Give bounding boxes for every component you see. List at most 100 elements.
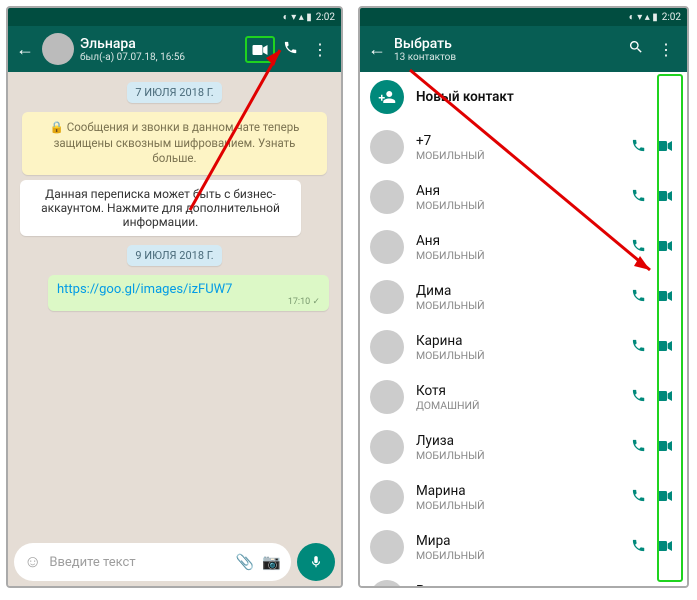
status-time: 2:02: [316, 12, 335, 23]
video-call-icon[interactable]: [651, 339, 677, 355]
avatar: [370, 430, 404, 464]
voice-call-icon[interactable]: [625, 388, 651, 407]
contact-row[interactable]: +7МОБИЛЬНЫЙ: [360, 122, 687, 172]
avatar: [370, 330, 404, 364]
contact-sub: ДОМАШНИЙ: [416, 399, 625, 412]
voice-call-icon[interactable]: [625, 238, 651, 257]
contact-sub: МОБИЛЬНЫЙ: [416, 299, 625, 312]
video-call-icon[interactable]: [651, 239, 677, 255]
overflow-menu-icon[interactable]: ⋮: [305, 40, 335, 59]
message-link[interactable]: https://goo.gl/images/izFUW7: [57, 282, 232, 297]
picker-subtitle: 13 контактов: [394, 52, 621, 63]
contact-meta: КаринаМОБИЛЬНЫЙ: [416, 333, 625, 362]
contact-list[interactable]: Новый контакт +7МОБИЛЬНЫЙАняМОБИЛЬНЫЙАня…: [360, 72, 687, 586]
chat-contact-name: Эльнара: [80, 36, 245, 52]
contact-name: Карина: [416, 333, 625, 349]
contact-row[interactable]: ЛуизаМОБИЛЬНЫЙ: [360, 422, 687, 472]
contact-meta: КотяДОМАШНИЙ: [416, 383, 625, 412]
contact-meta: ДимаМОБИЛЬНЫЙ: [416, 283, 625, 312]
avatar[interactable]: [42, 33, 74, 65]
video-call-icon[interactable]: [651, 389, 677, 405]
video-call-icon[interactable]: [651, 439, 677, 455]
voice-call-icon[interactable]: [625, 538, 651, 557]
status-icons: ◐ ▾ ▴ ▮: [629, 12, 658, 23]
date-chip: 7 ИЮЛЯ 2018 Г.: [127, 82, 221, 103]
video-call-icon[interactable]: [245, 36, 275, 63]
back-icon[interactable]: ←: [14, 39, 36, 60]
contact-sub: МОБИЛЬНЫЙ: [416, 199, 625, 212]
contact-meta: АняМОБИЛЬНЫЙ: [416, 183, 625, 212]
contact-row[interactable]: ДимаМОБИЛЬНЫЙ: [360, 272, 687, 322]
voice-call-icon[interactable]: [625, 438, 651, 457]
business-notice[interactable]: Данная переписка может быть с бизнес-акк…: [20, 180, 301, 236]
contact-sub: МОБИЛЬНЫЙ: [416, 149, 625, 162]
contact-name: Марина: [416, 483, 625, 499]
contact-row[interactable]: АняМОБИЛЬНЫЙ: [360, 222, 687, 272]
contact-sub: МОБИЛЬНЫЙ: [416, 499, 625, 512]
phone-chat: ◐ ▾ ▴ ▮ 2:02 ← Эльнара был(-а) 07.07.18,…: [6, 6, 343, 588]
contact-name: +7: [416, 133, 625, 149]
back-icon[interactable]: ←: [366, 39, 388, 60]
avatar: [370, 380, 404, 414]
new-contact-row[interactable]: Новый контакт: [360, 72, 687, 122]
new-contact-label: Новый контакт: [416, 89, 677, 105]
contact-sub: МОБИЛЬНЫЙ: [416, 349, 625, 362]
voice-call-icon[interactable]: [625, 188, 651, 207]
contact-name: Котя: [416, 383, 625, 399]
contact-row[interactable]: КаринаМОБИЛЬНЫЙ: [360, 322, 687, 372]
emoji-icon[interactable]: ☺: [24, 552, 41, 572]
chat-input-bar: ☺ Введите текст 📎 📷: [8, 538, 341, 586]
contact-sub: МОБИЛЬНЫЙ: [416, 549, 625, 562]
chat-title-block[interactable]: Эльнара был(-а) 07.07.18, 16:56: [80, 36, 245, 63]
video-call-icon[interactable]: [651, 289, 677, 305]
video-call-icon[interactable]: [651, 189, 677, 205]
contact-meta: МаринаМОБИЛЬНЫЙ: [416, 483, 625, 512]
search-icon[interactable]: [621, 39, 651, 59]
camera-icon[interactable]: 📷: [262, 553, 281, 571]
voice-call-icon[interactable]: [625, 488, 651, 507]
contact-meta: МираМОБИЛЬНЫЙ: [416, 533, 625, 562]
video-call-icon[interactable]: [651, 139, 677, 155]
contact-row[interactable]: КотяДОМАШНИЙ: [360, 372, 687, 422]
voice-call-icon[interactable]: [275, 40, 305, 59]
voice-call-icon[interactable]: [625, 138, 651, 157]
contact-row[interactable]: МаринаМОБИЛЬНЫЙ: [360, 472, 687, 522]
contact-name: Луиза: [416, 433, 625, 449]
voice-call-icon[interactable]: [625, 288, 651, 307]
mic-button[interactable]: [297, 543, 335, 581]
contact-row[interactable]: МираМОБИЛЬНЫЙ: [360, 522, 687, 572]
contact-name: Аня: [416, 233, 625, 249]
contact-name: Дима: [416, 283, 625, 299]
message-out[interactable]: https://goo.gl/images/izFUW7 17:10 ✓: [48, 275, 329, 311]
status-icons: ◐ ▾ ▴ ▮: [283, 12, 312, 23]
voice-call-icon[interactable]: [625, 338, 651, 357]
input-placeholder: Введите текст: [49, 555, 227, 570]
overflow-menu-icon[interactable]: ⋮: [651, 40, 681, 59]
status-time: 2:02: [662, 12, 681, 23]
video-call-icon[interactable]: [651, 539, 677, 555]
picker-app-bar: ← Выбрать 13 контактов ⋮: [360, 26, 687, 72]
contact-meta: ЛуизаМОБИЛЬНЫЙ: [416, 433, 625, 462]
contact-meta: АняМОБИЛЬНЫЙ: [416, 233, 625, 262]
encryption-notice[interactable]: 🔒 Сообщения и звонки в данном чате тепер…: [22, 112, 327, 175]
video-call-icon[interactable]: [651, 489, 677, 505]
message-time: 17:10 ✓: [57, 297, 320, 307]
contact-meta: +7МОБИЛЬНЫЙ: [416, 133, 625, 162]
contact-name: Разия: [416, 583, 625, 587]
chat-last-seen: был(-а) 07.07.18, 16:56: [80, 52, 245, 63]
avatar: [370, 480, 404, 514]
status-bar: ◐ ▾ ▴ ▮ 2:02: [8, 8, 341, 26]
avatar: [370, 530, 404, 564]
contact-meta: РазияМОБИЛЬНЫЙ: [416, 583, 625, 587]
avatar: [370, 280, 404, 314]
message-input[interactable]: ☺ Введите текст 📎 📷: [14, 543, 291, 581]
contact-name: Мира: [416, 533, 625, 549]
attach-icon[interactable]: 📎: [236, 553, 255, 571]
picker-title: Выбрать: [394, 36, 621, 52]
new-contact-icon: [370, 80, 404, 114]
contact-sub: МОБИЛЬНЫЙ: [416, 449, 625, 462]
contact-name: Аня: [416, 183, 625, 199]
chat-app-bar: ← Эльнара был(-а) 07.07.18, 16:56 ⋮: [8, 26, 341, 72]
contact-row[interactable]: АняМОБИЛЬНЫЙ: [360, 172, 687, 222]
contact-row[interactable]: РазияМОБИЛЬНЫЙ: [360, 572, 687, 586]
